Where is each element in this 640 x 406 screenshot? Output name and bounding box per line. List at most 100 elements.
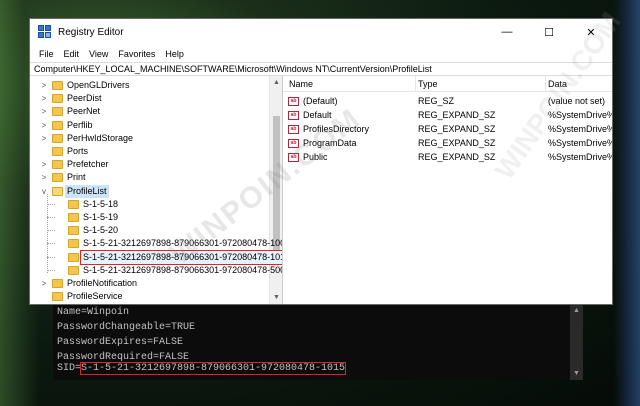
menu-help[interactable]: Help: [160, 49, 189, 59]
value-data: %SystemDrive%: [548, 138, 612, 148]
values-list[interactable]: Name Type Data ab (Default) REG_SZ (value n…: [283, 76, 612, 304]
list-item[interactable]: ab ProgramData REG_EXPAND_SZ %SystemDrive%: [283, 137, 612, 151]
tree-item[interactable]: S-1-5-21-3212697898-879066301-972080478-…: [30, 249, 282, 265]
tree-item-label: Print: [67, 172, 86, 183]
tree-item[interactable]: > PeerDist: [30, 92, 268, 105]
tree-item-label: ProfileService: [67, 291, 123, 302]
folder-icon: [68, 265, 79, 275]
folder-icon: [52, 147, 63, 156]
list-item[interactable]: ab Default REG_EXPAND_SZ %SystemDrive%: [283, 109, 612, 123]
tree-item[interactable]: S-1-5-18: [30, 198, 268, 211]
column-data[interactable]: Data: [548, 79, 567, 89]
tree-item[interactable]: > PeerNet: [30, 105, 268, 118]
string-value-icon: ab: [288, 111, 299, 120]
value-name: (Default): [303, 96, 338, 106]
key-tree[interactable]: ▲ ▼ > OpenGLDrivers > PeerDist > PeerNet > Perf…: [30, 76, 283, 304]
chevron-right-icon[interactable]: >: [40, 171, 48, 184]
console-scrollbar[interactable]: ▲ ▼: [570, 305, 583, 380]
minimize-button[interactable]: —: [486, 19, 528, 45]
folder-icon: [68, 226, 79, 236]
scrollbar-thumb[interactable]: [273, 116, 280, 256]
tree-item-label: S-1-5-19: [83, 212, 119, 222]
tree-item[interactable]: > Perflib: [30, 119, 268, 132]
tree-item[interactable]: > Prefetcher: [30, 158, 268, 171]
value-name: Default: [303, 110, 332, 120]
folder-icon: [52, 120, 63, 130]
folder-icon: [68, 213, 79, 222]
tree-item-label: S-1-5-20: [83, 225, 119, 236]
registry-editor-icon: [38, 25, 52, 39]
column-type[interactable]: Type: [418, 79, 438, 89]
chevron-right-icon[interactable]: >: [40, 119, 48, 132]
scroll-down-icon[interactable]: ▼: [270, 291, 282, 304]
string-value-icon: ab: [288, 125, 299, 134]
console-line: PasswordRequired=FALSE: [57, 352, 190, 363]
tree-item[interactable]: S-1-5-21-3212697898-879066301-972080478-…: [30, 237, 282, 250]
title-bar[interactable]: Registry Editor — ☐ ✕: [30, 19, 612, 45]
tree-item[interactable]: > OpenGLDrivers: [30, 79, 268, 92]
tree-item[interactable]: Ports: [30, 145, 268, 158]
folder-icon: [68, 199, 79, 209]
menu-bar: File Edit View Favorites Help: [30, 45, 612, 62]
tree-item-label: PeerNet: [67, 106, 101, 117]
menu-edit[interactable]: Edit: [59, 49, 85, 59]
chevron-right-icon[interactable]: >: [40, 105, 48, 118]
string-value-icon: ab: [288, 153, 299, 162]
value-type: REG_EXPAND_SZ: [418, 138, 496, 148]
tree-item-label: OpenGLDrivers: [67, 80, 130, 90]
tree-item[interactable]: ProfileService: [30, 290, 268, 303]
chevron-right-icon[interactable]: >: [40, 132, 48, 145]
sid-key: SID=: [57, 363, 82, 374]
value-type: REG_EXPAND_SZ: [418, 124, 496, 134]
string-value-icon: ab: [288, 97, 299, 106]
tree-item-label: ProfileNotification: [67, 278, 138, 288]
scroll-up-icon[interactable]: ▲: [570, 305, 583, 317]
list-item[interactable]: ab ProfilesDirectory REG_EXPAND_SZ %SystemD…: [283, 123, 612, 137]
folder-icon: [52, 279, 63, 288]
string-value-icon: ab: [288, 139, 299, 148]
chevron-right-icon[interactable]: >: [40, 158, 48, 171]
list-item[interactable]: ab (Default) REG_SZ (value not set): [283, 95, 612, 109]
folder-icon: [52, 292, 63, 302]
column-name[interactable]: Name: [289, 79, 313, 89]
folder-icon: [52, 81, 63, 90]
value-type: REG_EXPAND_SZ: [418, 152, 496, 162]
maximize-button[interactable]: ☐: [528, 19, 570, 45]
tree-item-label: S-1-5-21-3212697898-879066301-972080478-…: [83, 238, 283, 249]
tree-item-label: Ports: [67, 146, 89, 156]
column-divider[interactable]: [545, 76, 546, 92]
close-button[interactable]: ✕: [570, 19, 612, 45]
tree-item[interactable]: > ProfileNotification: [30, 277, 268, 290]
menu-view[interactable]: View: [84, 49, 113, 59]
tree-connector: [47, 269, 55, 271]
chevron-right-icon[interactable]: >: [40, 79, 48, 92]
tree-item[interactable]: S-1-5-19: [30, 211, 268, 224]
tree-connector: [47, 193, 48, 273]
value-data: %SystemDrive%: [548, 152, 612, 162]
column-divider[interactable]: [415, 76, 416, 92]
scroll-down-icon[interactable]: ▼: [570, 368, 583, 380]
tree-item-label: PerHwIdStorage: [67, 132, 134, 143]
scroll-up-icon[interactable]: ▲: [270, 76, 282, 89]
menu-file[interactable]: File: [34, 49, 59, 59]
folder-icon: [52, 107, 63, 117]
chevron-right-icon[interactable]: >: [40, 92, 48, 105]
value-data: %SystemDrive%: [548, 124, 612, 134]
registry-editor-window: Registry Editor — ☐ ✕ File Edit View Fav…: [29, 18, 613, 305]
tree-item-label: Prefetcher: [67, 159, 109, 170]
tree-item-label: S-1-5-18: [83, 198, 119, 209]
tree-item[interactable]: > Print: [30, 171, 268, 184]
console-sid-line: SID=S-1-5-21-3212697898-879066301-972080…: [57, 362, 347, 375]
folder-icon: [52, 160, 63, 170]
list-item[interactable]: ab Public REG_EXPAND_SZ %SystemDrive%: [283, 151, 612, 165]
tree-connector: [47, 203, 55, 205]
tree-item[interactable]: > PerHwIdStorage: [30, 132, 268, 145]
list-header: Name Type Data: [283, 76, 612, 92]
chevron-right-icon[interactable]: >: [40, 277, 48, 290]
tree-item[interactable]: S-1-5-20: [30, 224, 268, 237]
menu-favorites[interactable]: Favorites: [113, 49, 160, 59]
tree-item[interactable]: v ProfileList: [30, 184, 268, 198]
address-bar[interactable]: Computer\HKEY_LOCAL_MACHINE\SOFTWARE\Mic…: [30, 62, 612, 76]
tree-item-label: S-1-5-21-3212697898-879066301-972080478-…: [83, 264, 283, 275]
tree-item[interactable]: S-1-5-21-3212697898-879066301-972080478-…: [30, 264, 282, 277]
